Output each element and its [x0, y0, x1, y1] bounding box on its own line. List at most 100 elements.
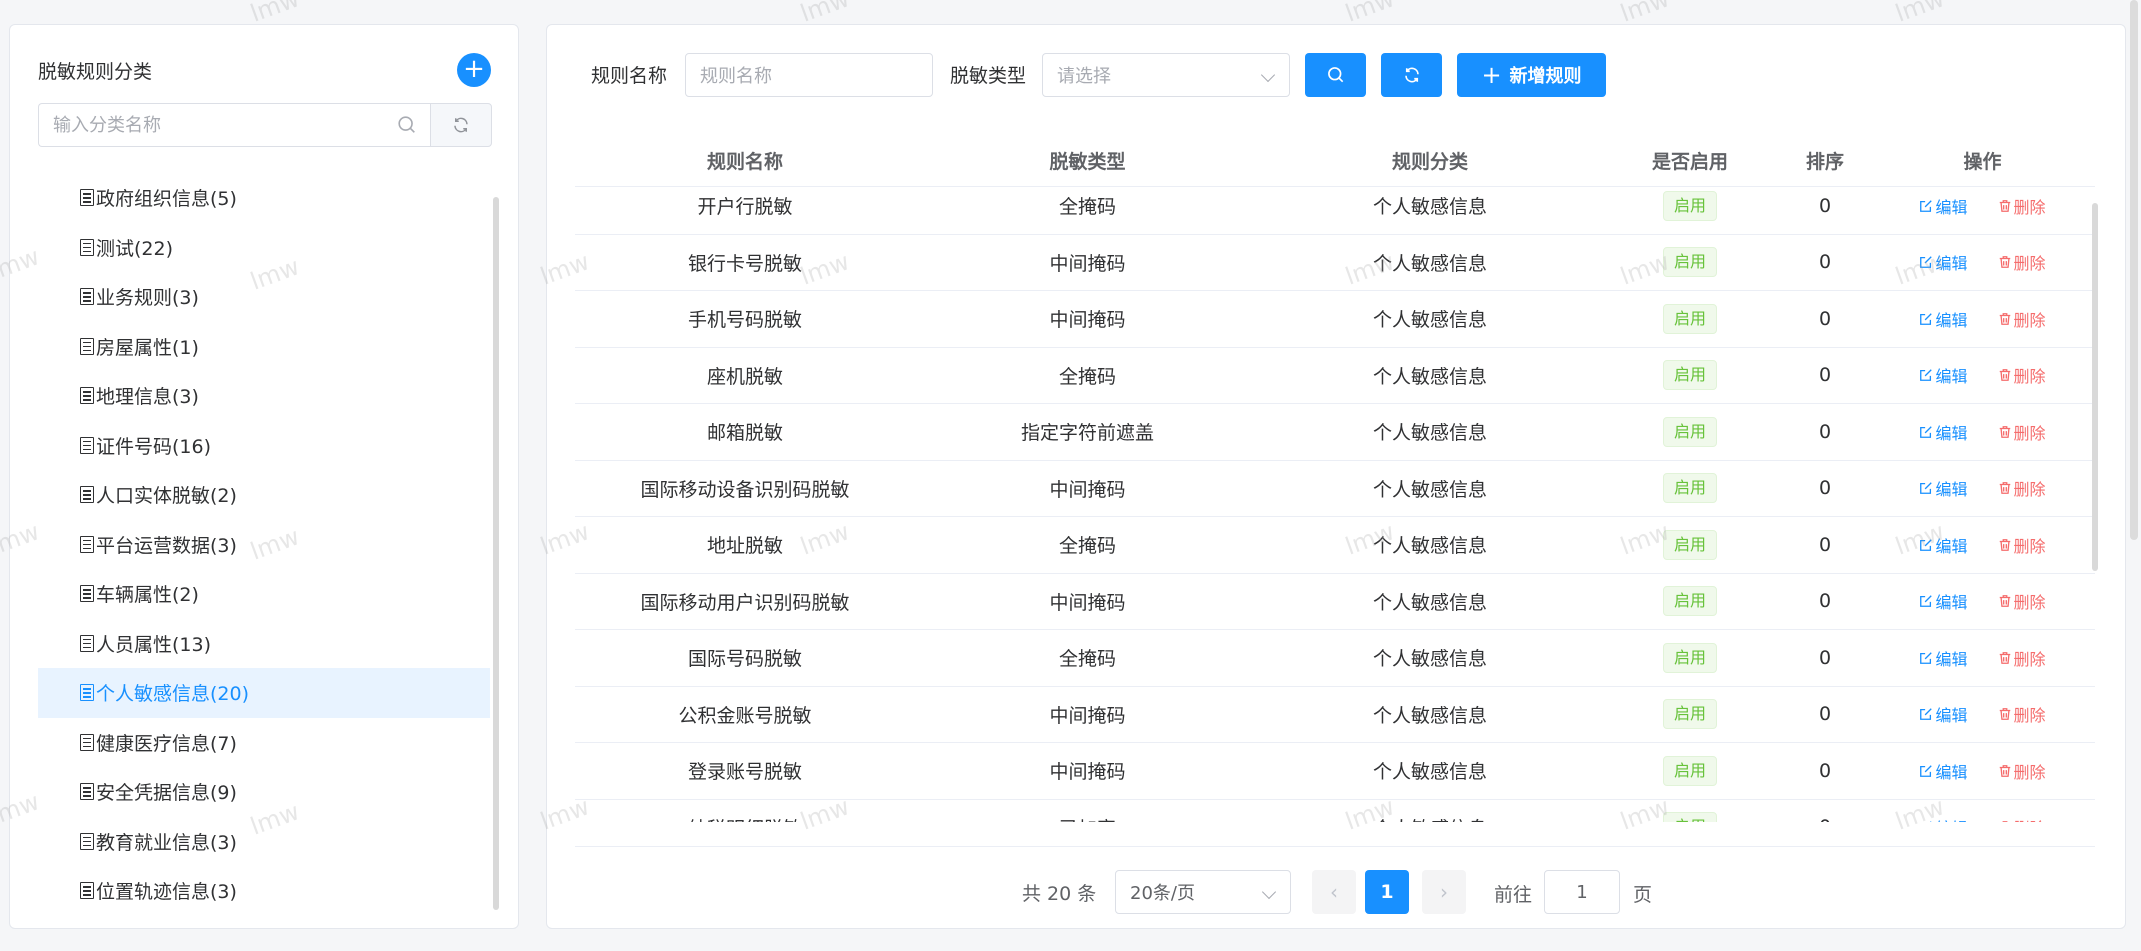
search-button[interactable]	[1305, 53, 1366, 97]
header-category: 规则分类	[1391, 151, 1468, 173]
edit-button[interactable]: 编辑	[1919, 307, 1968, 331]
mask-type-select[interactable]: 请选择	[1042, 53, 1290, 97]
edit-button[interactable]: 编辑	[1919, 702, 1968, 726]
category-item[interactable]: 教育就业信息(3)	[38, 817, 490, 867]
document-icon	[80, 733, 94, 751]
category-scrollbar[interactable]	[493, 197, 499, 910]
category-item[interactable]: 政府组织信息(5)	[38, 173, 490, 223]
edit-button[interactable]: 编辑	[1919, 759, 1968, 783]
page-size-select[interactable]: 20条/页	[1115, 870, 1291, 914]
cell-rule-name: 银行卡号脱敏	[687, 252, 802, 275]
category-item[interactable]: 车辆属性(2)	[38, 569, 490, 619]
search-icon[interactable]	[396, 114, 418, 136]
cell-order: 0	[1780, 816, 1870, 822]
delete-button[interactable]: 删除	[1998, 194, 2046, 218]
cell-mask-type: 中间掩码	[1049, 761, 1126, 784]
delete-button[interactable]: 删除	[1998, 589, 2046, 613]
header-rule-name: 规则名称	[706, 151, 783, 173]
category-item[interactable]: 人口实体脱敏(2)	[38, 470, 490, 520]
goto-page-input[interactable]	[1544, 870, 1620, 914]
add-rule-button[interactable]: + 新增规则	[1457, 53, 1606, 97]
table-row: 公积金账号脱敏 中间掩码 个人敏感信息 启用 0 编辑 删除	[575, 687, 2095, 743]
rule-name-input[interactable]: 规则名称	[685, 53, 933, 97]
edit-button[interactable]: 编辑	[1919, 646, 1968, 670]
table-row: 纳税明细脱敏已加密个人敏感信息 启用 0 编辑 删除	[575, 800, 2095, 822]
delete-button[interactable]: 删除	[1998, 307, 2046, 331]
status-badge: 启用	[1662, 473, 1717, 504]
edit-button[interactable]: 编辑	[1919, 194, 1968, 218]
delete-button[interactable]: 删除	[1998, 363, 2046, 387]
status-badge: 启用	[1662, 416, 1717, 447]
trash-icon	[1999, 538, 2010, 551]
cell-mask-type: 中间掩码	[1049, 704, 1126, 727]
edit-button[interactable]: 编辑	[1919, 250, 1968, 274]
edit-icon	[1920, 765, 1933, 777]
edit-label: 编辑	[1935, 815, 1967, 822]
cell-enabled: 启用	[1600, 642, 1780, 673]
delete-button[interactable]: 删除	[1998, 815, 2046, 822]
document-icon	[80, 684, 94, 702]
header-order: 排序	[1805, 151, 1844, 173]
delete-button[interactable]: 删除	[1998, 420, 2046, 444]
cell-rule-name: 公积金账号脱敏	[678, 704, 812, 727]
delete-label: 删除	[2013, 593, 2046, 613]
edit-button[interactable]: 编辑	[1919, 420, 1968, 444]
rules-panel: 规则名称 规则名称 脱敏类型 请选择 + 新增规则 规则名称 脱敏类型 规则分类…	[546, 24, 2126, 929]
edit-button[interactable]: 编辑	[1919, 476, 1968, 500]
category-item[interactable]: 房屋属性(1)	[38, 322, 490, 372]
table-body: 开户行脱敏 全掩码 个人敏感信息 启用 0 编辑 删除 银行卡号脱敏 中间掩码 个人敏感信息 启用 0…	[575, 178, 2095, 822]
category-search-input[interactable]	[38, 103, 430, 147]
edit-icon	[1920, 595, 1933, 608]
edit-button[interactable]: 编辑	[1919, 533, 1968, 557]
category-item[interactable]: 地理信息(3)	[38, 371, 490, 421]
delete-button[interactable]: 删除	[1998, 533, 2046, 557]
cell-rule-name: 邮箱脱敏	[706, 422, 783, 445]
table-row: 国际移动设备识别码脱敏 中间掩码 个人敏感信息 启用 0 编辑 删除	[575, 461, 2095, 517]
document-icon	[80, 486, 94, 504]
search-icon	[1327, 67, 1343, 83]
page-suffix: 页	[1633, 884, 1653, 906]
trash-icon	[2002, 821, 2007, 822]
cell-enabled: 启用	[1600, 699, 1780, 730]
category-item[interactable]: 测试(22)	[38, 223, 490, 273]
cell-rule-name: 国际移动设备识别码脱敏	[640, 478, 850, 501]
edit-button[interactable]: 编辑	[1919, 815, 1968, 822]
reset-button[interactable]	[1381, 53, 1442, 97]
cell-category: 个人敏感信息	[1372, 196, 1487, 219]
edit-button[interactable]: 编辑	[1919, 363, 1968, 387]
delete-button[interactable]: 删除	[1998, 646, 2046, 670]
prev-page-button[interactable]: ‹	[1312, 870, 1356, 914]
cell-order: 0	[1818, 477, 1832, 500]
edit-button[interactable]: 编辑	[1919, 589, 1968, 613]
category-item[interactable]: 健康医疗信息(7)	[38, 718, 490, 768]
page-number-button[interactable]: 1	[1365, 870, 1409, 914]
delete-label: 删除	[2014, 815, 2046, 822]
document-icon	[80, 189, 94, 207]
cell-rule-name: 国际号码脱敏	[687, 648, 802, 671]
page-scrollbar[interactable]	[2130, 0, 2138, 540]
category-item[interactable]: 业务规则(3)	[38, 272, 490, 322]
document-icon	[80, 288, 94, 306]
category-refresh-button[interactable]	[430, 103, 492, 147]
category-item[interactable]: 平台运营数据(3)	[38, 520, 490, 570]
total-count: 共 20 条	[1022, 882, 1097, 905]
category-item[interactable]: 证件号码(16)	[38, 421, 490, 471]
category-item[interactable]: 个人敏感信息(20)	[38, 668, 490, 718]
trash-icon	[1999, 256, 2010, 269]
chevron-right-icon: ›	[1440, 880, 1448, 904]
table-row: 国际号码脱敏 全掩码 个人敏感信息 启用 0 编辑 删除	[575, 630, 2095, 687]
category-item[interactable]: 位置轨迹信息(3)	[38, 866, 490, 916]
category-item[interactable]: 安全凭据信息(9)	[38, 767, 490, 817]
category-panel: 脱敏规则分类 + 政府组织信息(5) 测试(22) 业务规则(3) 房屋属性(1) 地理…	[9, 24, 519, 929]
delete-button[interactable]: 删除	[1998, 476, 2046, 500]
add-category-button[interactable]: +	[457, 53, 491, 87]
delete-button[interactable]: 删除	[1998, 250, 2046, 274]
delete-button[interactable]: 删除	[1998, 702, 2046, 726]
delete-button[interactable]: 删除	[1998, 759, 2046, 783]
category-item-label: 平台运营数据(3)	[96, 534, 237, 557]
header-enabled: 是否启用	[1651, 151, 1728, 173]
cell-order: 0	[1818, 307, 1832, 330]
table-scrollbar[interactable]	[2092, 203, 2098, 571]
category-item[interactable]: 人员属性(13)	[38, 619, 490, 669]
next-page-button[interactable]: ›	[1422, 870, 1466, 914]
